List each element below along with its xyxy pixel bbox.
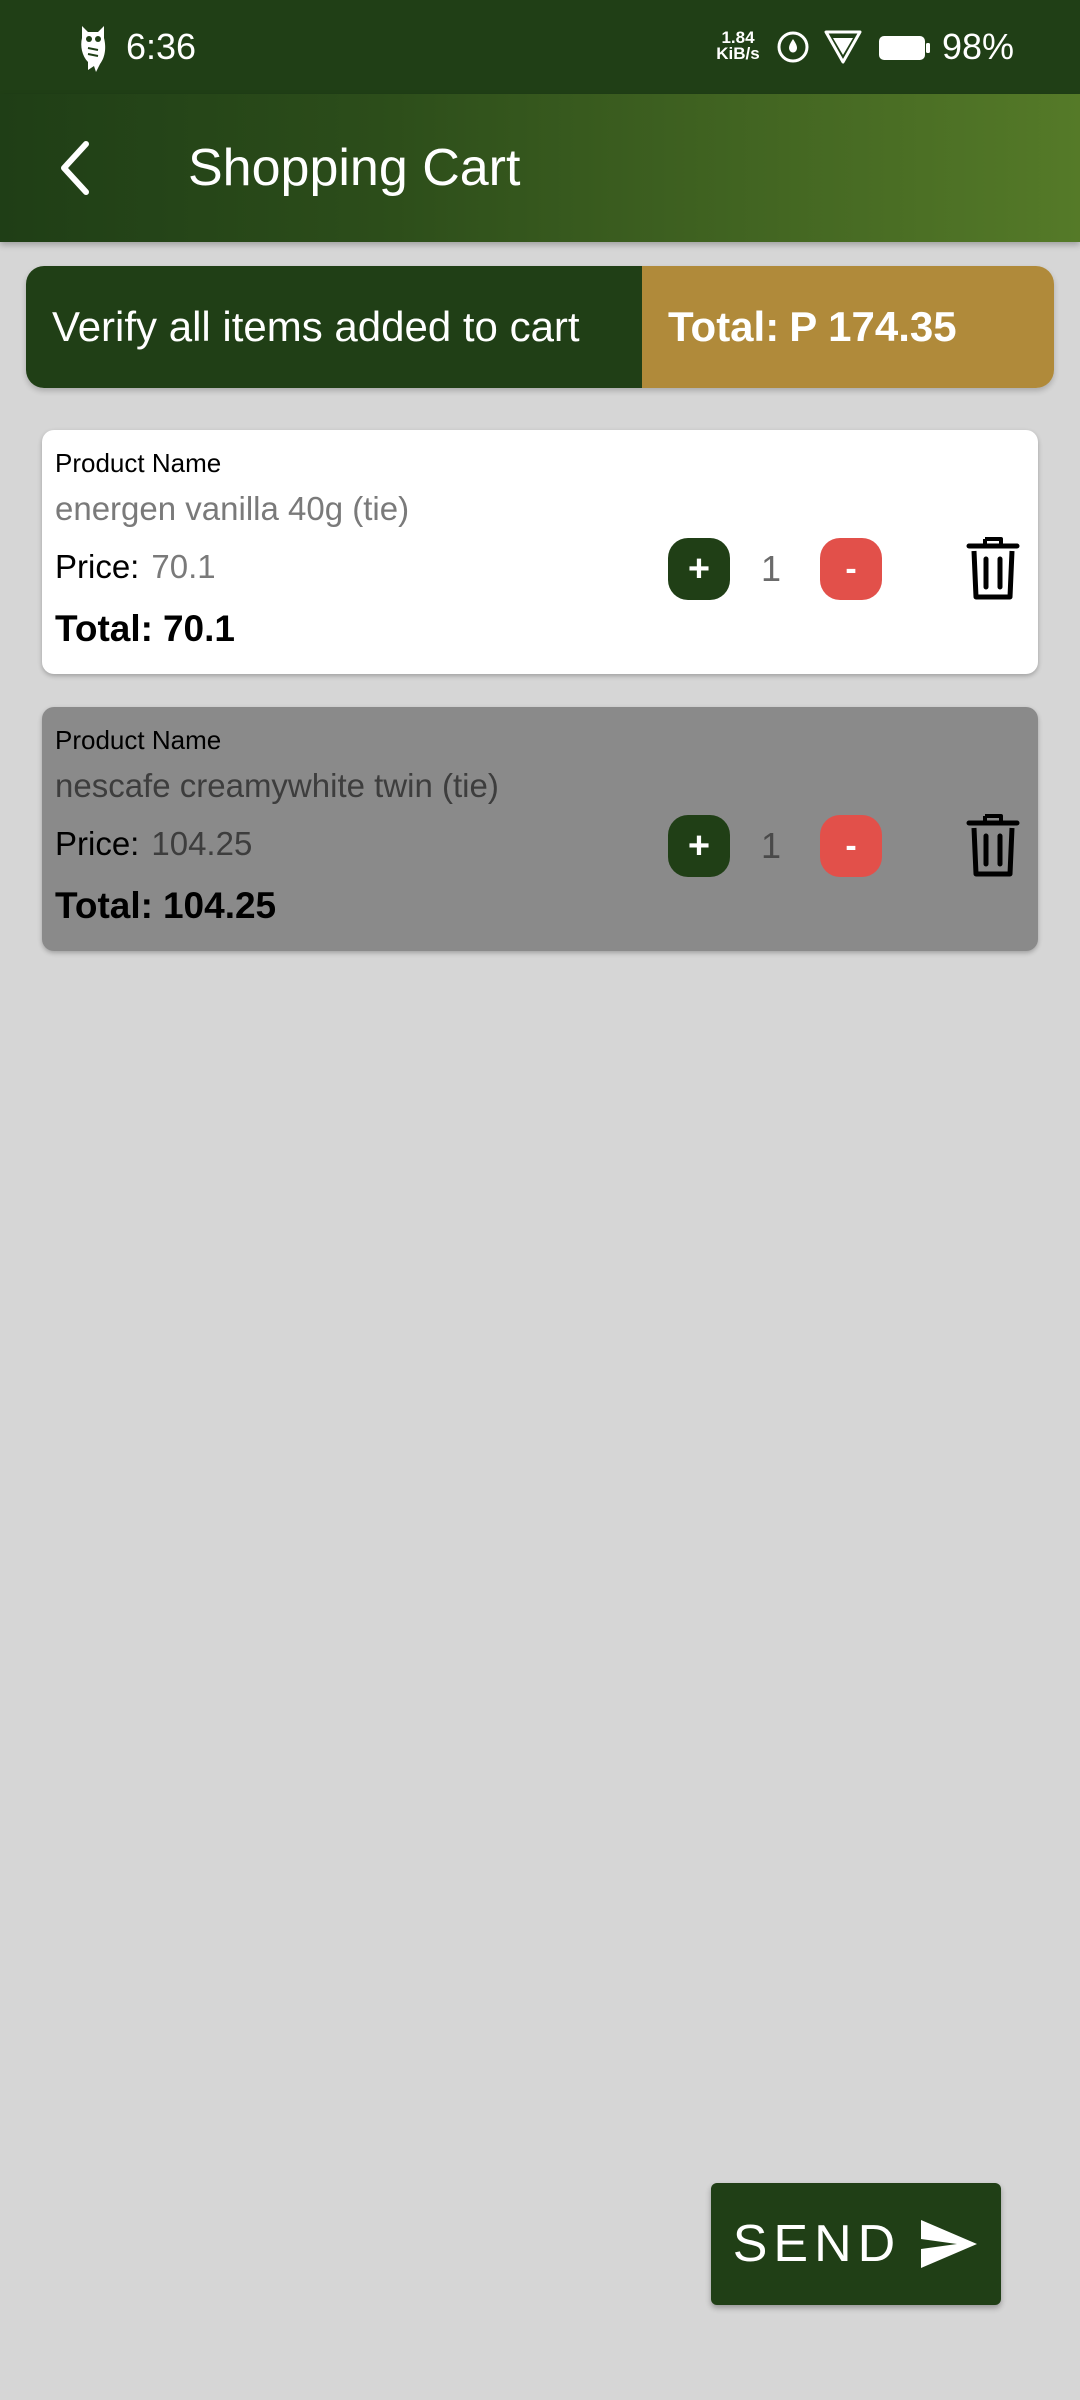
network-speed-unit: KiB/s — [716, 44, 760, 63]
price-value: 104.25 — [151, 825, 253, 862]
price-label: Price: — [55, 825, 140, 862]
item-total-label: Total: — [55, 608, 153, 649]
trash-icon — [966, 814, 1020, 877]
product-name-label: Product Name — [55, 448, 222, 478]
product-name-label: Product Name — [55, 725, 222, 755]
send-button-label: SEND — [732, 2215, 902, 2273]
cart-item[interactable]: Product Name energen vanilla 40g (tie) P… — [42, 430, 1038, 674]
battery-icon — [879, 36, 930, 60]
trash-icon — [966, 537, 1020, 600]
increase-quantity-button[interactable]: + — [668, 815, 730, 877]
network-speed: 1.84 KiB/s — [710, 29, 766, 63]
product-name: nescafe creamywhite twin (tie) — [55, 767, 499, 804]
decrease-quantity-button[interactable]: - — [820, 815, 882, 877]
item-total-value: 70.1 — [162, 608, 235, 649]
cart-total-value: P 174.35 — [789, 303, 957, 350]
cart-item[interactable]: Product Name nescafe creamywhite twin (t… — [42, 707, 1038, 951]
quantity-value: 1 — [760, 548, 782, 589]
product-name: energen vanilla 40g (tie) — [55, 490, 410, 527]
item-total-value: 104.25 — [162, 885, 277, 926]
chevron-left-icon — [61, 141, 89, 195]
sync-icon — [777, 31, 809, 63]
item-total-row: Total: 70.1 — [55, 608, 235, 650]
increase-quantity-button[interactable]: + — [668, 538, 730, 600]
battery-percentage: 98% — [942, 26, 1015, 67]
app-bar: Shopping Cart — [0, 94, 1080, 242]
cart-total: Total: P 174.35 — [642, 266, 1054, 388]
cart-summary-banner: Verify all items added to cart Total: P … — [26, 266, 1054, 388]
decrease-quantity-button[interactable]: - — [820, 538, 882, 600]
send-button[interactable]: SEND — [711, 2183, 1001, 2305]
price-row: Price: 70.1 — [55, 548, 216, 586]
item-total-label: Total: — [55, 885, 153, 926]
wifi-icon — [824, 30, 862, 64]
price-row: Price: 104.25 — [55, 825, 252, 863]
status-bar: 6:36 1.84 KiB/s 98% — [0, 0, 1080, 94]
verify-message: Verify all items added to cart — [26, 266, 642, 388]
page-title: Shopping Cart — [188, 139, 521, 197]
delete-item-button[interactable] — [962, 807, 1024, 883]
price-value: 70.1 — [151, 548, 216, 585]
owl-app-icon — [81, 26, 106, 72]
send-icon — [921, 2220, 978, 2268]
item-total-row: Total: 104.25 — [55, 885, 276, 927]
quantity-value: 1 — [760, 825, 782, 866]
back-button[interactable] — [38, 130, 114, 206]
cart-total-label: Total: — [668, 303, 780, 350]
status-time: 6:36 — [126, 26, 197, 67]
delete-item-button[interactable] — [962, 530, 1024, 606]
price-label: Price: — [55, 548, 140, 585]
